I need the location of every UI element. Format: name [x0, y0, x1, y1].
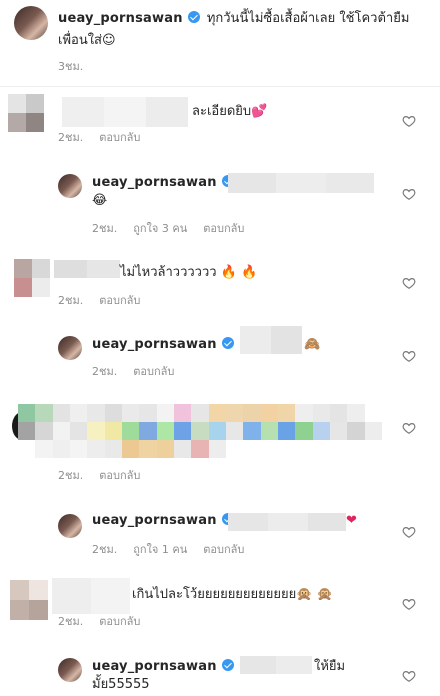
reply-username[interactable]: ueay_pornsawan — [92, 659, 217, 674]
avatar-redacted[interactable] — [8, 94, 44, 132]
fire-emoji: 🔥 🔥 — [220, 265, 258, 280]
reply-username[interactable]: ueay_pornsawan — [92, 175, 217, 190]
post-username[interactable]: ueay_pornsawan — [58, 11, 183, 26]
heart-outline-icon[interactable] — [402, 669, 416, 683]
comment-redacted — [18, 404, 382, 458]
post-time: 3ชม. — [58, 60, 84, 73]
post-caption: ueay_pornsawan ทุกวันนี้ไม่ซื้อเสื้อผ้าเ… — [58, 8, 409, 30]
reply-time: 2ชม. — [92, 543, 118, 556]
reply-avatar[interactable] — [58, 514, 82, 538]
reply-likes[interactable]: ถูกใจ 1 คน — [133, 543, 187, 556]
reply-header: ueay_pornsawan — [92, 172, 237, 194]
hearts-emoji: 💕 — [251, 104, 268, 119]
reply-time: 2ชม. — [92, 222, 118, 235]
reply-emoji-line: 😂 — [92, 190, 107, 212]
comment-body: เกินไปละโว้ยยยยยยยยยยยยย — [132, 587, 297, 602]
reply-emoji-line: ❤ — [346, 510, 357, 532]
reply-avatar[interactable] — [58, 658, 82, 682]
avatar-redacted[interactable] — [14, 259, 50, 297]
post-avatar[interactable] — [14, 6, 48, 40]
comment-text: ไม่ไหวล้าวววววว 🔥 🔥 — [120, 262, 257, 284]
reply-meta: 2ชม. ตอบกลับ — [92, 362, 190, 380]
laugh-emoji: 😂 — [92, 193, 108, 208]
comment-time: 2ชม. — [58, 615, 84, 628]
reply-button[interactable]: ตอบกลับ — [99, 131, 140, 144]
reply-header: ueay_pornsawan @ — [92, 334, 254, 356]
heart-outline-icon[interactable] — [402, 187, 416, 201]
reply-button[interactable]: ตอบกลับ — [99, 615, 140, 628]
heart-outline-icon[interactable] — [402, 597, 416, 611]
reply-body: ให้ยืม — [314, 659, 346, 674]
reply-button[interactable]: ตอบกลับ — [203, 222, 244, 235]
reply-time: 2ชม. — [92, 365, 118, 378]
speak-no-evil-monkey-emoji: 🙊 🙊 — [296, 587, 333, 602]
reply-button[interactable]: ตอบกลับ — [99, 294, 140, 307]
reply-body-line2: มั้ย55555 — [92, 677, 150, 692]
avatar-redacted[interactable] — [10, 580, 48, 620]
text-redacted — [228, 513, 346, 531]
comment-meta: 2ชม. ตอบกลับ — [58, 466, 156, 484]
reply-avatar[interactable] — [58, 174, 82, 198]
post-caption-line1: ทุกวันนี้ไม่ซื้อเสื้อผ้าเลย ใช้โควต้ายืม — [206, 11, 410, 26]
mention-redacted[interactable] — [240, 656, 312, 674]
comment-text: ละเอียดยิบ💕 — [192, 101, 267, 123]
reply-text-after: ให้ยืม — [314, 656, 345, 678]
reply-username[interactable]: ueay_pornsawan — [92, 513, 217, 528]
reply-avatar[interactable] — [58, 336, 82, 360]
reply-button[interactable]: ตอบกลับ — [133, 365, 174, 378]
caption-divider — [0, 86, 440, 87]
comment-meta: 2ชม. ตอบกลับ — [58, 612, 156, 630]
verified-badge-icon — [187, 11, 200, 23]
reply-likes[interactable]: ถูกใจ 3 คน — [133, 222, 187, 235]
mention-redacted[interactable] — [240, 326, 302, 354]
heart-outline-icon[interactable] — [402, 421, 416, 435]
post-caption-line2: เพื่อนใส่ — [58, 33, 102, 48]
reply-username[interactable]: ueay_pornsawan — [92, 337, 217, 352]
comment-time: 2ชม. — [58, 469, 84, 482]
see-no-evil-monkey-emoji: 🙈 — [304, 337, 321, 352]
comment-meta: 2ชม. ตอบกลับ — [58, 291, 156, 309]
reply-meta: 2ชม. ถูกใจ 3 คน ตอบกลับ — [92, 219, 260, 237]
username-redacted[interactable] — [62, 97, 188, 127]
heart-outline-icon[interactable] — [402, 349, 416, 363]
reply-meta: 2ชม. ถูกใจ 1 คน ตอบกลับ — [92, 540, 260, 558]
comment-time: 2ชม. — [58, 294, 84, 307]
comment-meta: 2ชม. ตอบกลับ — [58, 128, 156, 146]
verified-badge-icon — [221, 659, 234, 671]
reply-button[interactable]: ตอบกลับ — [203, 543, 244, 556]
username-redacted[interactable] — [52, 578, 130, 614]
reply-text-line2: มั้ย55555 — [92, 674, 150, 696]
reply-emoji-line: 🙈 — [304, 334, 320, 356]
reply-header: ueay_pornsawan — [92, 510, 237, 532]
verified-badge-icon — [221, 337, 234, 349]
heart-outline-icon[interactable] — [402, 276, 416, 290]
text-redacted — [228, 173, 374, 193]
comment-text: เกินไปละโว้ยยยยยยยยยยยยย🙊 🙊 — [132, 584, 333, 606]
comment-time: 2ชม. — [58, 131, 84, 144]
red-heart-emoji: ❤ — [346, 513, 357, 528]
post-meta: 3ชม. — [58, 57, 99, 75]
username-redacted[interactable] — [54, 260, 120, 278]
smile-emoji: ☺ — [102, 33, 116, 48]
comment-body: ไม่ไหวล้าวววววว — [120, 265, 217, 280]
post-caption-line2-wrap: เพื่อนใส่☺ — [58, 30, 116, 52]
comment-body: ละเอียดยิบ — [192, 104, 252, 119]
heart-outline-icon[interactable] — [402, 114, 416, 128]
heart-outline-icon[interactable] — [402, 525, 416, 539]
reply-button[interactable]: ตอบกลับ — [99, 469, 140, 482]
